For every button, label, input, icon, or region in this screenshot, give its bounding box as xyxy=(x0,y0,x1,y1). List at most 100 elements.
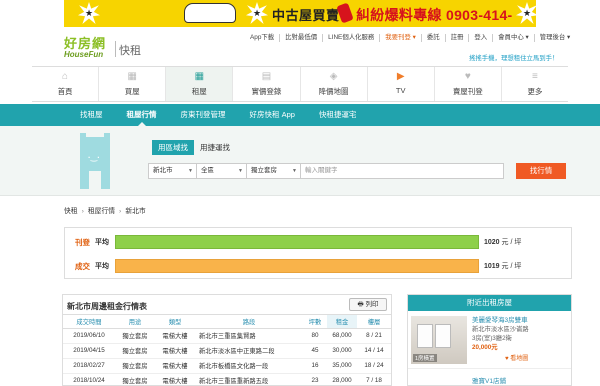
avg-label: 平均 xyxy=(95,263,109,270)
unit: 元 / 坪 xyxy=(501,239,522,246)
play-icon: ▶ xyxy=(396,71,405,82)
nav-label: 首頁 xyxy=(57,87,73,96)
building-icon: ▦ xyxy=(194,71,205,82)
building-icon: ▦ xyxy=(127,71,137,82)
burst-icon: ★ xyxy=(78,2,100,24)
nav-buy[interactable]: ▦ 買屋 xyxy=(99,67,167,101)
nearby-rentals: 附近出租房屋 1房橫置 美麗愛琴海3房雙車 新北市淡水區沙崙路 3房(室)3廳2… xyxy=(407,294,572,386)
chevron-down-icon: ▼ xyxy=(188,168,193,174)
nav-label: 賣屋刊登 xyxy=(452,87,483,96)
cell-usage: 獨立套房 xyxy=(115,373,155,385)
cell-floor: 7 / 18 xyxy=(357,373,391,385)
cell-size: 23 xyxy=(303,373,327,385)
nav-price-record[interactable]: ▤ 實價登錄 xyxy=(233,67,301,101)
listing-name[interactable]: 美麗愛琴海3房雙車 xyxy=(472,316,529,325)
nav-price-map[interactable]: ◈ 降價地圖 xyxy=(301,67,368,101)
city-select[interactable]: 新北市 ▼ xyxy=(149,164,197,178)
mascot-illustration: ·‿· xyxy=(76,133,112,191)
rent-table: 成交時間 用途 類型 路段 坪數 租金 樓層 2019/06/10 獨立套房 電梯大… xyxy=(63,315,391,385)
cell-type: 電梯大樓 xyxy=(155,343,195,359)
deal-price-value: 1019 元 / 坪 xyxy=(484,261,521,271)
logo-section: 快租 xyxy=(119,45,141,57)
tab-by-area[interactable]: 用區域找 xyxy=(152,140,194,155)
cell-usage: 獨立套房 xyxy=(115,343,155,359)
nav-sell-post[interactable]: ♥ 賣屋刊登 xyxy=(435,67,502,101)
crumb-market[interactable]: 租屋行情 xyxy=(88,208,115,215)
cell-size: 80 xyxy=(303,328,327,344)
cell-road: 新北市板橋區文化路一段 xyxy=(195,358,303,374)
cell-road: 新北市淡水區中正東路二段 xyxy=(195,343,303,359)
table-row: 2018/10/24 獨立套房 電梯大樓 新北市三重區重新路五段 23 28,000 7 /… xyxy=(63,373,391,385)
cell-road: 新北市三重區集賢路 xyxy=(195,328,303,344)
breadcrumb: 快租 › 租屋行情 › 新北市 xyxy=(64,208,146,215)
nearby-listing[interactable]: 1房橫置 美麗愛琴海3房雙車 新北市淡水區沙崙路 3房(室)3廳2衛 20,00… xyxy=(408,311,571,369)
site-logo[interactable]: 好房網 HouseFun 快租 xyxy=(64,33,141,59)
toplink-post[interactable]: 我要刊登 ▾ xyxy=(380,34,422,42)
nav-label: 降價地圖 xyxy=(318,87,349,96)
nav-label: 更多 xyxy=(527,87,543,96)
nav-home[interactable]: ⌂ 首頁 xyxy=(32,67,100,101)
cell-size: 45 xyxy=(303,343,327,359)
nav-label: 買屋 xyxy=(124,87,140,96)
listing-photo[interactable]: 1房橫置 xyxy=(411,316,467,364)
subnav-landlord[interactable]: 房東刊登管理 xyxy=(169,104,238,126)
listing-name[interactable]: 雅寶V1店鋪 xyxy=(472,375,506,385)
col-type[interactable]: 類型 xyxy=(155,315,195,329)
tab-by-mrt[interactable]: 用捷運找 xyxy=(194,140,236,155)
deal-value: 1019 xyxy=(484,263,500,270)
ad-banner[interactable]: ★ ★ 中古屋買賣 糾紛爆料專線 0903-414-188 ★ xyxy=(64,0,536,27)
toplink-commission[interactable]: 委託 xyxy=(422,34,446,42)
find-price-button[interactable]: 找行情 xyxy=(516,163,566,179)
menu-icon: ≡ xyxy=(532,71,538,82)
listing-rooms: 3房(室)3廳2衛 xyxy=(472,335,512,342)
type-select[interactable]: 獨立套房 ▼ xyxy=(247,164,301,178)
listing-price: 20,000元 xyxy=(472,344,498,351)
city-value: 新北市 xyxy=(153,167,173,174)
crumb-home[interactable]: 快租 xyxy=(64,208,78,215)
nav-rent[interactable]: ▦ 租屋 xyxy=(166,67,234,101)
search-panel: ·‿· 用區域找 用捷運找 新北市 ▼ 全區 ▼ 獨立套房 ▼ 輸入關鍵字 找行情 xyxy=(0,126,600,196)
cell-rent: 68,000 xyxy=(327,328,357,344)
main-nav: ⌂ 首頁 ▦ 買屋 ▦ 租屋 ▤ 實價登錄 ◈ 降價地圖 ▶ TV ♥ 賣屋刊登 ≡ 更多 xyxy=(32,66,568,102)
deal-price-row: 成交 平均 1019 元 / 坪 xyxy=(65,255,571,275)
col-road[interactable]: 路段 xyxy=(195,315,303,329)
cell-date: 2019/04/15 xyxy=(63,343,115,359)
toplink-register[interactable]: 註冊 xyxy=(446,34,470,42)
toplink-login[interactable]: 登入 xyxy=(469,34,494,42)
toplink-admin[interactable]: 管理後台 ▾ xyxy=(535,34,576,42)
cell-date: 2018/02/27 xyxy=(63,358,115,374)
map-link[interactable]: ♥ 看地圖 xyxy=(505,353,528,362)
toplink-line[interactable]: LINE個人化服務 xyxy=(323,34,381,42)
col-size[interactable]: 坪數 xyxy=(303,315,327,329)
banner-hotline: 糾紛爆料專線 0903-414-188 xyxy=(356,7,513,27)
keyword-input[interactable]: 輸入關鍵字 xyxy=(301,164,503,178)
cell-type: 電梯大樓 xyxy=(155,328,195,344)
cell-usage: 獨立套房 xyxy=(115,328,155,344)
col-usage[interactable]: 用途 xyxy=(115,315,155,329)
toplink-member[interactable]: 會員中心 ▾ xyxy=(493,34,535,42)
chevron-down-icon: ▼ xyxy=(292,168,297,174)
col-rent[interactable]: 租金 xyxy=(327,315,357,329)
avg-label: 平均 xyxy=(95,239,109,246)
search-bar: 新北市 ▼ 全區 ▼ 獨立套房 ▼ 輸入關鍵字 xyxy=(148,163,504,179)
subnav-mrt-homes[interactable]: 快租捷運宅 xyxy=(307,104,369,126)
cell-rent: 28,000 xyxy=(327,373,357,385)
subnav-app[interactable]: 好房快租 App xyxy=(238,104,307,126)
cell-date: 2018/10/24 xyxy=(63,373,115,385)
top-links: App下載 比對最低價 LINE個人化服務 我要刊登 ▾ 委託 註冊 登入 會員… xyxy=(245,34,575,42)
logo-brand-en: HouseFun xyxy=(64,50,104,59)
promo-link[interactable]: 搖搖手機，理想租住立馬到手！ xyxy=(469,53,558,62)
col-floor[interactable]: 樓層 xyxy=(357,315,391,329)
nav-more[interactable]: ≡ 更多 xyxy=(502,67,568,101)
cell-floor: 8 / 21 xyxy=(357,328,391,344)
subnav-rent-market[interactable]: 租屋行情 xyxy=(115,104,169,126)
map-icon: ◈ xyxy=(329,71,338,82)
print-button[interactable]: 🖶 列印 xyxy=(349,298,387,311)
nav-tv[interactable]: ▶ TV xyxy=(368,67,435,101)
table-row: 2019/04/15 獨立套房 電梯大樓 新北市淡水區中正東路二段 45 30,000 14… xyxy=(63,343,391,359)
subnav-find-rent[interactable]: 找租屋 xyxy=(68,104,115,126)
toplink-compare[interactable]: 比對最低價 xyxy=(280,34,324,42)
district-select[interactable]: 全區 ▼ xyxy=(197,164,247,178)
col-date[interactable]: 成交時間 xyxy=(63,315,115,329)
toplink-app[interactable]: App下載 xyxy=(245,34,281,42)
